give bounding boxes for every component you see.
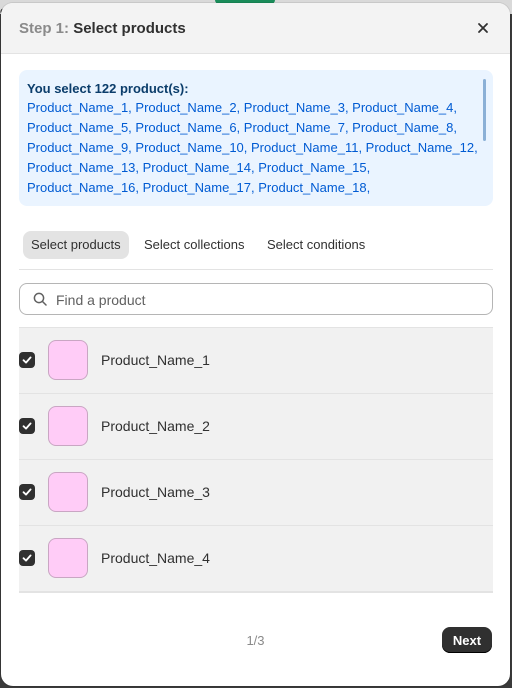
product-thumbnail [48,406,88,446]
list-item[interactable]: Product_Name_1 [19,328,493,394]
selection-tabs: Select products Select collections Selec… [19,231,493,259]
checkmark-icon [22,422,32,430]
modal-title-text: Select products [73,20,186,37]
checkmark-icon [22,488,32,496]
modal-header: Step 1: Select products [1,3,510,54]
product-thumbnail [48,472,88,512]
search-icon [33,292,47,306]
close-button[interactable] [472,17,494,39]
list-item[interactable]: Product_Name_4 [19,526,493,592]
product-checkbox[interactable] [19,418,35,434]
page-indicator: 1/3 [246,633,265,648]
select-products-modal: Step 1: Select products You select 122 p… [1,3,510,686]
tabs-divider [19,269,493,270]
search-input[interactable] [54,284,478,316]
product-name: Product_Name_2 [101,418,210,434]
product-name: Product_Name_1 [101,352,210,368]
product-checkbox[interactable] [19,352,35,368]
selection-summary: You select 122 product(s): Product_Name_… [19,70,493,206]
list-item[interactable]: Product_Name_3 [19,460,493,526]
selected-product-names: Product_Name_1, Product_Name_2, Product_… [27,100,478,195]
product-thumbnail [48,538,88,578]
step-label: Step 1: [19,20,70,37]
close-icon [478,23,488,33]
product-name: Product_Name_4 [101,550,210,566]
next-button[interactable]: Next [442,627,492,653]
checkmark-icon [22,554,32,562]
product-list: Product_Name_1 Product_Name_2 Product_Na… [19,327,493,593]
product-search[interactable] [19,283,493,316]
product-checkbox[interactable] [19,484,35,500]
checkmark-icon [22,356,32,364]
tab-select-conditions[interactable]: Select conditions [259,231,373,259]
tab-select-products[interactable]: Select products [23,231,129,259]
product-checkbox[interactable] [19,550,35,566]
product-name: Product_Name_3 [101,484,210,500]
tab-select-collections[interactable]: Select collections [136,231,252,259]
list-item[interactable]: Product_Name_2 [19,394,493,460]
summary-scrollbar[interactable] [483,79,486,141]
product-thumbnail [48,340,88,380]
modal-title: Step 1: Select products [19,20,186,37]
selection-count-heading: You select 122 product(s): [27,81,189,96]
